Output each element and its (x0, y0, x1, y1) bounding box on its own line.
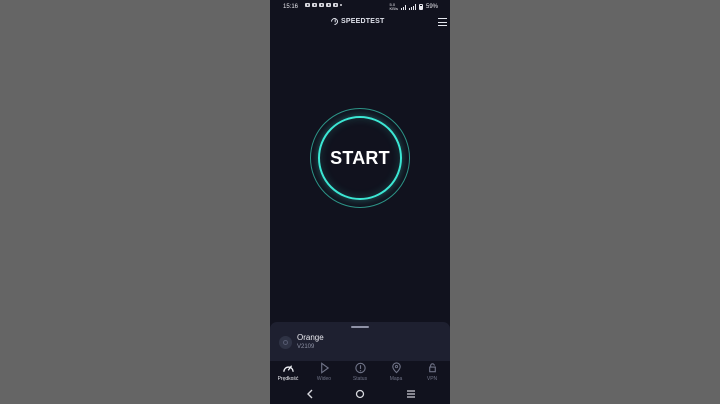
tab-vpn[interactable]: VPN (414, 362, 450, 384)
battery-icon (418, 4, 423, 10)
tab-map[interactable]: Mapa (378, 362, 414, 384)
provider-name: Orange (297, 333, 324, 342)
start-label: START (330, 147, 390, 168)
tab-video[interactable]: Wideo (306, 362, 342, 384)
youtube-icon (333, 3, 338, 7)
battery-percent: 59% (425, 4, 438, 10)
youtube-icon (312, 3, 317, 7)
start-test-control[interactable]: START (310, 108, 410, 208)
gauge-icon (282, 365, 294, 372)
status-time: 15:16 (283, 4, 299, 10)
tab-status[interactable]: Status (342, 362, 378, 384)
speedtest-logo: SPEEDTEST (329, 16, 385, 27)
youtube-icon (319, 3, 324, 7)
back-icon[interactable] (301, 388, 319, 400)
system-status: 5.0 KB/s 59% (390, 3, 438, 11)
play-icon (320, 362, 329, 374)
android-navigation-bar (270, 385, 450, 404)
signal-strength-icon (408, 4, 416, 10)
tab-speed[interactable]: Prędkość (270, 362, 306, 384)
provider-icon (279, 336, 292, 349)
notification-icons (305, 3, 342, 7)
phone-screen: 15:16 5.0 KB/s 59% SPEEDTEST START Orang… (270, 0, 450, 404)
tab-label-speed: Prędkość (277, 376, 299, 382)
tab-label-video: Wideo (316, 376, 332, 382)
app-title: SPEEDTEST (341, 18, 385, 25)
provider-sheet[interactable]: Orange V2109 (270, 322, 450, 361)
tab-label-vpn: VPN (426, 376, 438, 382)
start-button[interactable]: START (318, 116, 402, 200)
hamburger-icon[interactable] (438, 18, 447, 26)
bottom-tab-bar: Prędkość Wideo Status Mapa VPN (270, 361, 450, 385)
speedometer-icon (329, 16, 340, 27)
status-bar: 15:16 5.0 KB/s 59% (270, 0, 450, 14)
lock-icon (428, 363, 436, 373)
tab-label-status: Status (352, 376, 368, 382)
alert-icon (354, 362, 366, 374)
youtube-icon (305, 3, 310, 7)
provider-server: V2109 (297, 344, 315, 350)
sheet-drag-handle[interactable] (351, 326, 369, 328)
app-header: SPEEDTEST (270, 14, 450, 30)
youtube-icon (326, 3, 331, 7)
network-speed: 5.0 KB/s (389, 2, 398, 11)
map-pin-icon (391, 362, 401, 374)
tab-label-map: Mapa (389, 376, 403, 382)
recent-apps-icon[interactable] (402, 388, 420, 400)
wifi-icon (400, 4, 406, 10)
more-notifications-icon (340, 4, 342, 6)
home-icon[interactable] (351, 388, 369, 400)
